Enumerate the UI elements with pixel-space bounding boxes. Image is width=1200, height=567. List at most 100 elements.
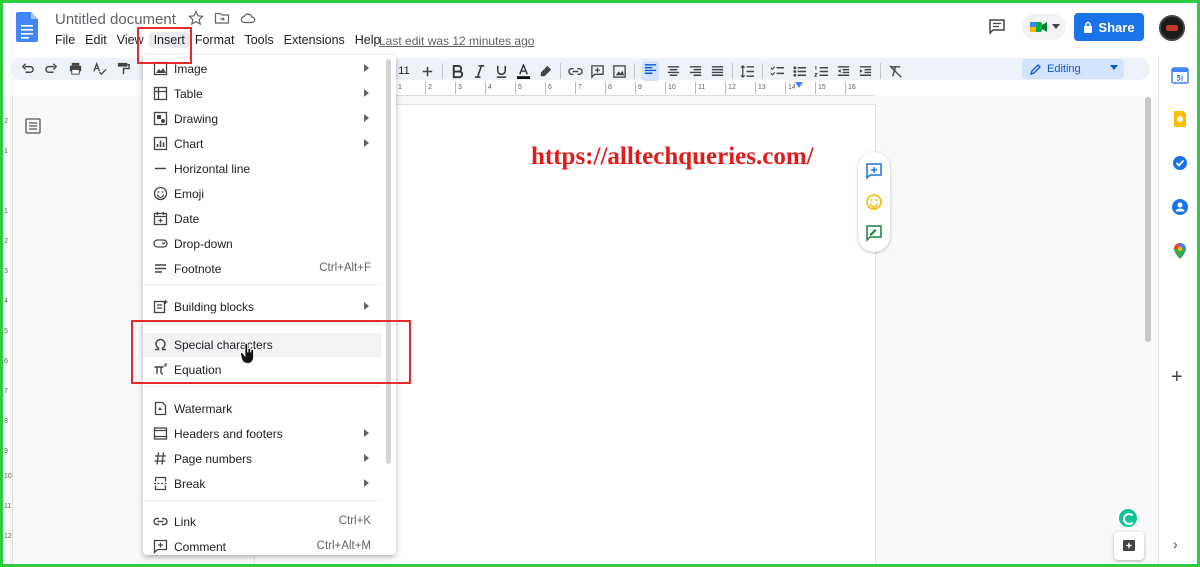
menu-item-headers-footers[interactable]: Headers and footers (143, 422, 381, 446)
menu-item-label: Headers and footers (174, 427, 283, 441)
menu-item-shortcut: Ctrl+K (338, 515, 371, 527)
menu-item-label: Image (174, 62, 208, 76)
undo-icon[interactable] (20, 61, 35, 76)
comments-icon[interactable] (988, 18, 1006, 36)
emoji-reaction-icon[interactable] (865, 193, 883, 211)
spellcheck-icon[interactable] (92, 61, 107, 76)
avatar[interactable] (1159, 15, 1185, 41)
indent-marker[interactable] (795, 82, 803, 88)
line-spacing-icon[interactable] (740, 64, 755, 79)
meet-button[interactable] (1022, 14, 1066, 40)
ruler-tick: 12 (725, 82, 755, 94)
menu-item-label: Break (174, 477, 206, 491)
explore-icon (1123, 540, 1135, 551)
last-edit-link[interactable]: Last edit was 12 minutes ago (379, 34, 534, 48)
contacts-icon[interactable] (1171, 198, 1189, 216)
toolbar-separator (560, 63, 561, 79)
menu-item-label: Comment (174, 540, 227, 554)
menu-item-drawing[interactable]: Drawing (143, 107, 381, 131)
cloud-saved-icon[interactable] (240, 10, 256, 26)
menu-tools[interactable]: Tools (239, 32, 278, 48)
submenu-arrow-icon (364, 302, 369, 310)
menu-item-label: Link (174, 515, 197, 529)
get-addons-icon[interactable]: + (1171, 366, 1183, 389)
menu-item-break[interactable]: Break (143, 472, 381, 496)
keep-icon[interactable] (1171, 110, 1189, 128)
grammarly-icon[interactable] (1119, 509, 1137, 527)
menu-item-building-blocks[interactable]: Building blocks (143, 295, 381, 319)
menu-edit[interactable]: Edit (80, 32, 112, 48)
ruler-tick: 4 (4, 298, 8, 305)
ruler-tick: 11 (4, 503, 12, 510)
suggest-edits-icon[interactable] (865, 224, 883, 242)
increase-indent-icon[interactable] (858, 64, 873, 79)
paint-format-icon[interactable] (116, 61, 131, 76)
move-folder-icon[interactable] (214, 10, 230, 26)
calendar-icon[interactable] (1171, 66, 1189, 84)
hand-cursor-icon (240, 343, 254, 364)
menu-item-footnote[interactable]: Footnote Ctrl+Alt+F (143, 257, 381, 281)
checklist-icon[interactable] (770, 64, 785, 79)
menu-file[interactable]: File (55, 32, 80, 48)
share-button[interactable]: Share (1074, 13, 1144, 41)
ruler-tick: 1 (395, 82, 425, 94)
vertical-scrollbar[interactable] (1145, 97, 1151, 342)
menu-item-horizontal-line[interactable]: Horizontal line (143, 157, 381, 181)
clear-formatting-icon[interactable] (888, 64, 903, 79)
align-justify-icon[interactable] (710, 64, 725, 79)
font-size-value[interactable]: 11 (395, 65, 413, 77)
editing-mode-dropdown[interactable]: Editing (1022, 59, 1124, 79)
link-icon (153, 517, 168, 526)
menu-item-watermark[interactable]: Watermark (143, 397, 381, 421)
hash-icon (154, 452, 166, 465)
menu-item-link[interactable]: Link Ctrl+K (143, 510, 381, 534)
menu-item-date[interactable]: Date (143, 207, 381, 231)
menu-item-label: Building blocks (174, 300, 255, 314)
chevron-right-icon[interactable]: › (1173, 536, 1178, 552)
explore-button[interactable] (1114, 532, 1144, 560)
increase-font-size-icon[interactable] (420, 64, 435, 79)
add-comment-icon[interactable] (865, 162, 883, 181)
emoji-icon (153, 186, 168, 201)
highlight-color-icon[interactable] (538, 64, 553, 79)
insert-image-icon[interactable] (612, 64, 627, 79)
underline-icon[interactable] (494, 64, 509, 79)
submenu-arrow-icon (364, 454, 369, 462)
tasks-icon[interactable] (1171, 154, 1189, 172)
vertical-ruler: 2 1 1 2 3 4 5 6 7 8 9 10 11 12 (3, 96, 13, 567)
ruler-tick: 4 (485, 82, 515, 94)
numbered-list-icon[interactable] (814, 64, 829, 79)
bulleted-list-icon[interactable] (792, 64, 807, 79)
add-comment-icon[interactable] (590, 64, 605, 79)
menu-format[interactable]: Format (190, 32, 240, 48)
menu-item-table[interactable]: Table (143, 82, 381, 106)
docs-logo-icon[interactable] (16, 12, 38, 42)
toolbar-separator (442, 63, 443, 79)
align-right-icon[interactable] (688, 64, 703, 79)
insert-link-icon[interactable] (568, 64, 583, 79)
toolbar-separator (762, 63, 763, 79)
decrease-indent-icon[interactable] (836, 64, 851, 79)
submenu-arrow-icon (364, 139, 369, 147)
document-title[interactable]: Untitled document (55, 11, 176, 28)
menu-item-label: Drawing (174, 112, 219, 126)
redo-icon[interactable] (44, 61, 59, 76)
bold-icon[interactable] (450, 64, 465, 79)
align-left-button[interactable] (642, 61, 659, 81)
menu-extensions[interactable]: Extensions (279, 32, 350, 48)
print-icon[interactable] (68, 61, 83, 76)
watermark-url-text: https://alltechqueries.com/ (531, 143, 814, 170)
menu-item-comment[interactable]: Comment Ctrl+Alt+M (143, 535, 381, 555)
align-center-icon[interactable] (666, 64, 681, 79)
maps-icon[interactable] (1171, 242, 1189, 260)
menu-item-page-numbers[interactable]: Page numbers (143, 447, 381, 471)
menu-item-drop-down[interactable]: Drop-down (143, 232, 381, 256)
menu-scrollbar[interactable] (386, 59, 391, 464)
menu-item-emoji[interactable]: Emoji (143, 182, 381, 206)
italic-icon[interactable] (472, 64, 487, 79)
star-icon[interactable] (188, 10, 204, 26)
ruler-tick: 7 (4, 388, 8, 395)
document-outline-icon[interactable] (24, 117, 42, 135)
menu-item-chart[interactable]: Chart (143, 132, 381, 156)
text-color-icon[interactable] (516, 63, 531, 79)
